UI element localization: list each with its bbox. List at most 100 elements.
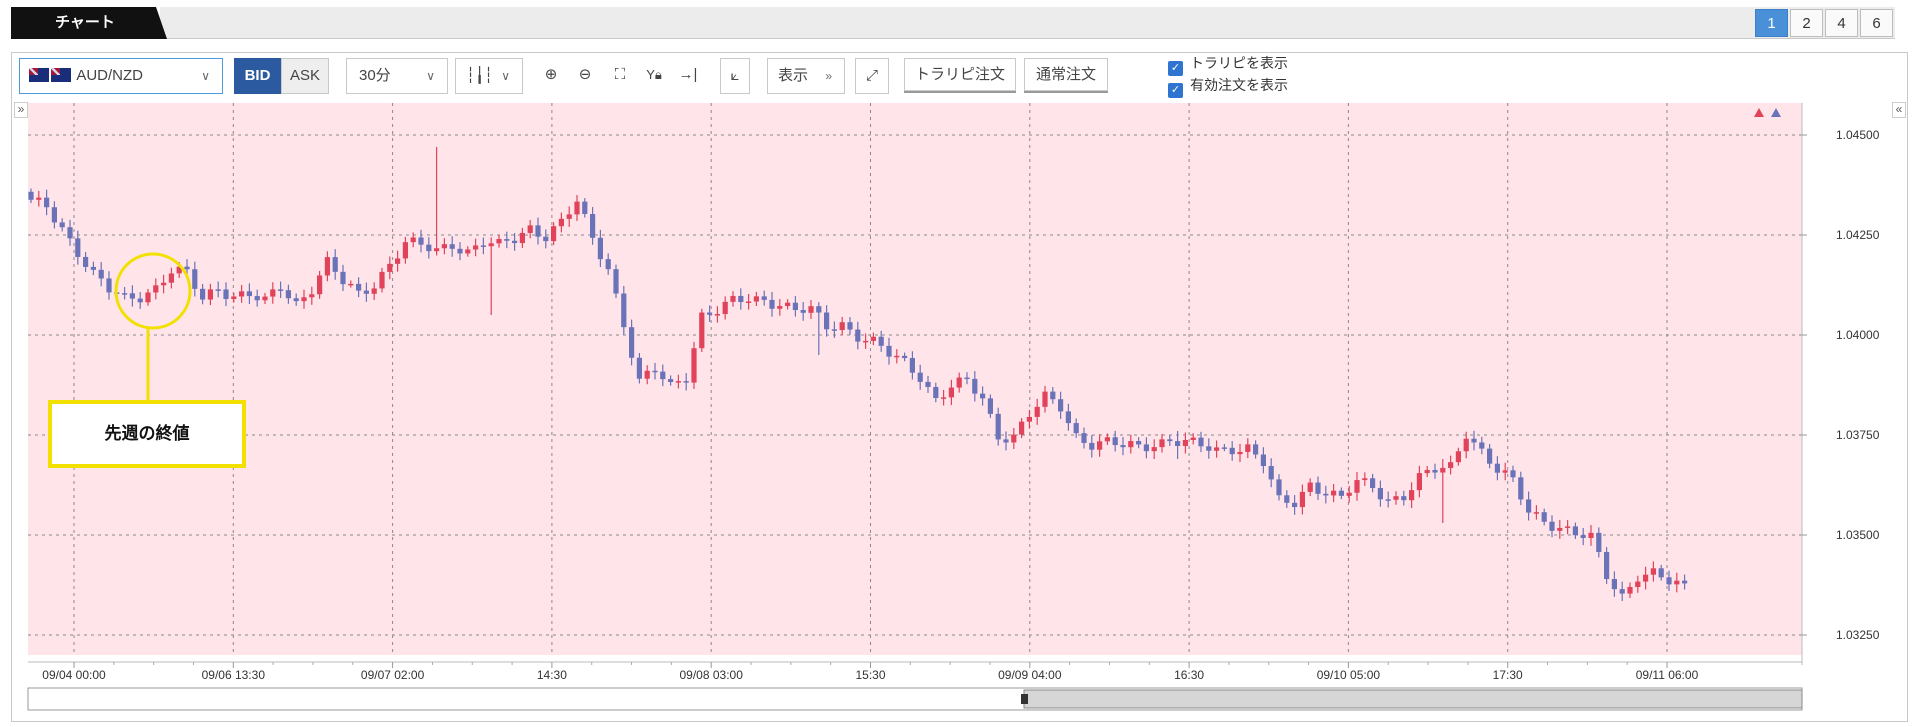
candle-body (1596, 532, 1602, 552)
candle-body (1026, 416, 1032, 422)
candle-body (1401, 496, 1407, 501)
candle-body (231, 296, 237, 299)
candle-body (145, 292, 151, 303)
candle-body (98, 269, 104, 279)
candle-body (933, 386, 939, 399)
candle-body (1307, 482, 1313, 492)
x-tick-label: 09/04 00:00 (42, 668, 106, 682)
candle-body (1104, 437, 1110, 442)
candle-body (730, 295, 736, 302)
candle-body (1448, 462, 1454, 468)
candle-body (1432, 469, 1438, 473)
candle-body (714, 314, 720, 316)
collapse-right-icon[interactable]: « (1892, 102, 1906, 118)
candle-body (1128, 441, 1134, 448)
candle-body (332, 257, 338, 272)
candle-body (1050, 391, 1056, 400)
candle-body (348, 283, 354, 286)
candle-body (1011, 434, 1017, 443)
candle-body (792, 302, 798, 310)
candle-body (1557, 527, 1563, 531)
candle-body (418, 237, 424, 245)
candle-body (972, 378, 978, 394)
y-tick-label: 1.03500 (1836, 528, 1880, 542)
scrollbar-thumb[interactable] (1023, 689, 1803, 709)
candle-body (917, 372, 923, 382)
candle-body (519, 232, 525, 244)
candle-body (1097, 441, 1103, 450)
x-tick-label: 09/06 13:30 (202, 668, 266, 682)
candle-body (1206, 446, 1212, 451)
candle-body (90, 266, 96, 270)
candle-body (605, 259, 611, 270)
candle-body (223, 289, 229, 299)
candle-body (410, 237, 416, 243)
candle-body (707, 312, 713, 315)
candle-body (153, 285, 159, 293)
candle-body (777, 306, 783, 309)
candle-body (51, 207, 57, 223)
x-tick-label: 09/08 03:00 (679, 668, 743, 682)
candle-body (1182, 439, 1188, 446)
candle-body (293, 298, 299, 302)
scroll-handle[interactable] (1021, 694, 1028, 704)
candle-body (1362, 478, 1368, 481)
y-tick-label: 1.03250 (1836, 628, 1880, 642)
candle-body (894, 355, 900, 358)
candle-body (1284, 495, 1290, 503)
candle-body (1393, 496, 1399, 500)
candle-body (465, 249, 471, 254)
y-tick-label: 1.04000 (1836, 328, 1880, 342)
candle-body (722, 301, 728, 315)
candle-body (987, 398, 993, 414)
candle-body (543, 236, 549, 242)
candle-body (535, 225, 541, 237)
candle-body (816, 306, 822, 313)
candle-body (309, 294, 315, 298)
candle-body (652, 370, 658, 373)
candle-body (995, 413, 1001, 440)
candle-body (1190, 437, 1196, 440)
candle-body (480, 245, 486, 247)
candle-body (1276, 479, 1282, 496)
candle-body (129, 293, 135, 299)
price-chart[interactable]: 1.04500 1.04250 1.04000 1.03750 1.03500 1.032… (0, 0, 1919, 727)
candle-body (356, 283, 362, 291)
candle-body (239, 291, 245, 297)
candle-body (769, 299, 775, 309)
candle-body (613, 269, 619, 294)
candle-body (1533, 512, 1539, 514)
candle-body (1089, 442, 1095, 450)
candle-body (1253, 444, 1259, 455)
candle-body (878, 336, 884, 346)
candle-body (215, 289, 221, 291)
collapse-left-icon[interactable]: » (14, 102, 28, 118)
candle-body (1588, 532, 1594, 538)
candle-body (168, 273, 174, 283)
candle-body (387, 263, 393, 272)
candle-body (574, 201, 580, 215)
candle-body (1572, 526, 1578, 536)
candle-body (1502, 470, 1508, 473)
candle-body (1136, 441, 1142, 445)
candle-body (1338, 490, 1344, 496)
candle-body (831, 329, 837, 331)
candle-body (75, 238, 81, 257)
candle-body (925, 381, 931, 387)
candle-body (379, 271, 385, 289)
x-tick-label: 16:30 (1174, 668, 1204, 682)
x-tick-label: 09/11 06:00 (1636, 668, 1699, 682)
candle-body (1580, 535, 1586, 538)
candle-body (800, 309, 806, 313)
candle-body (285, 290, 291, 299)
candle-body (262, 296, 268, 301)
y-tick-label: 1.04500 (1836, 128, 1880, 142)
candle-body (1120, 445, 1126, 448)
candle-body (1619, 589, 1625, 594)
candle-body (1494, 463, 1500, 473)
candle-body (1346, 492, 1352, 496)
candle-body (738, 295, 744, 303)
candle-body (1354, 480, 1360, 493)
candle-body (28, 191, 34, 200)
candle-body (1019, 421, 1025, 435)
